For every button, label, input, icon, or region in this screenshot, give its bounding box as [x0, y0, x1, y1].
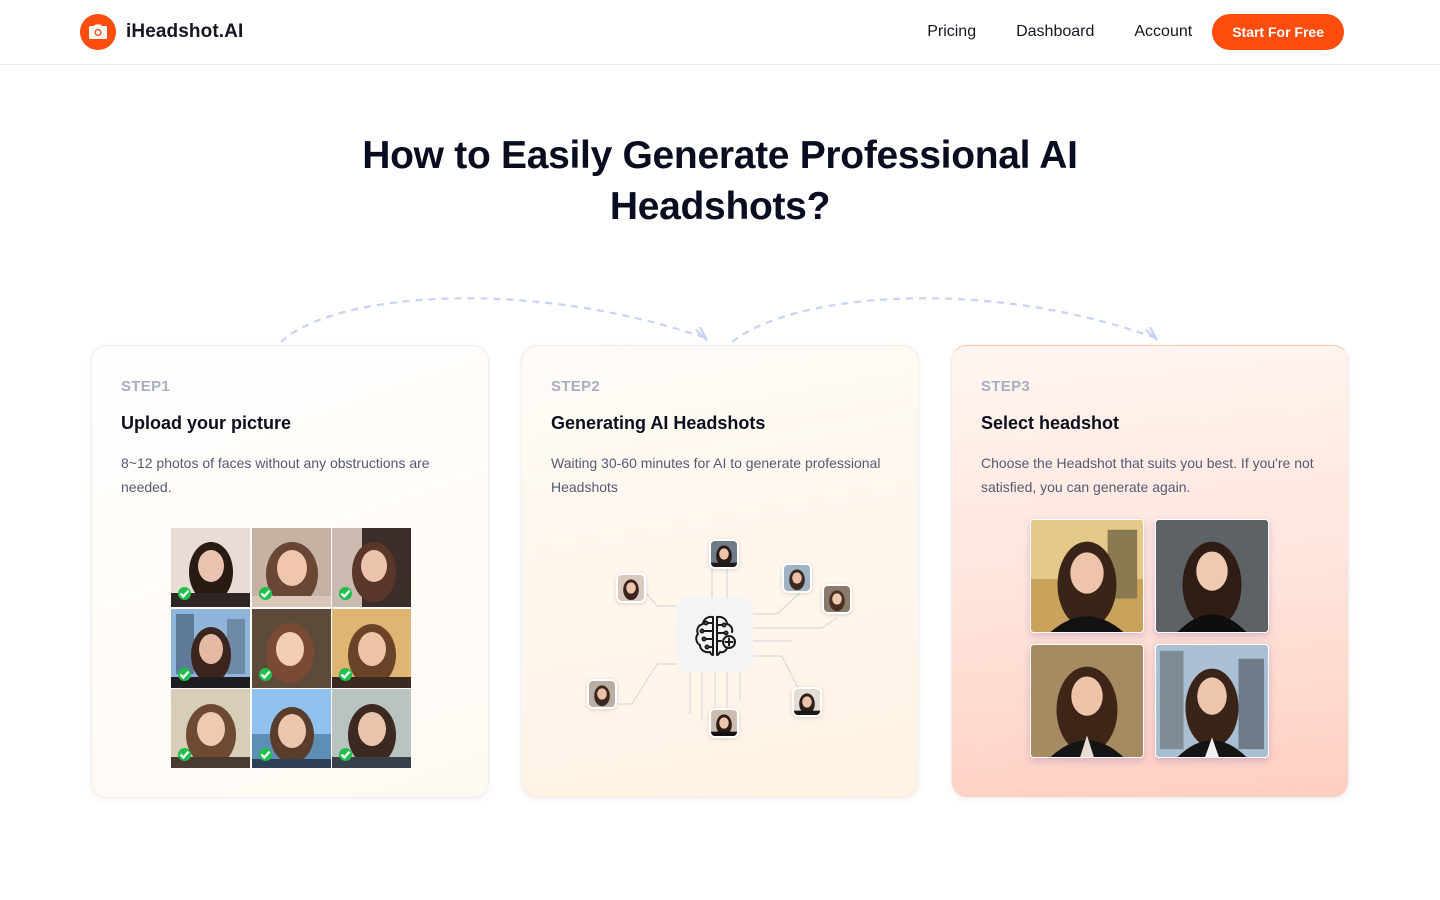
ai-brain-icon [677, 598, 753, 672]
nav-dashboard[interactable]: Dashboard [1016, 14, 1094, 50]
nav-pricing[interactable]: Pricing [927, 14, 976, 50]
headshot-option[interactable] [1155, 644, 1269, 758]
uploaded-photo [171, 528, 250, 607]
ai-generation-diagram [572, 536, 872, 756]
start-for-free-button[interactable]: Start For Free [1212, 14, 1344, 50]
uploaded-photo [332, 528, 411, 607]
main-nav: Pricing Dashboard Account Start For Free [927, 14, 1344, 50]
check-icon [178, 667, 191, 681]
headshot-options [1030, 519, 1270, 759]
headshot-node [822, 584, 852, 614]
uploaded-photo [171, 608, 250, 688]
headshot-node [587, 679, 617, 709]
headshot-node [782, 563, 812, 593]
check-icon [178, 748, 191, 761]
step-title: Select headshot [981, 413, 1120, 433]
headshot-node [709, 708, 739, 738]
step-description: 8~12 photos of faces without any obstruc… [121, 455, 430, 495]
uploaded-photo [332, 689, 411, 768]
camera-icon [80, 14, 116, 50]
check-icon [258, 587, 272, 600]
logo[interactable]: iHeadshot.AI [80, 14, 243, 50]
uploaded-photo [171, 689, 250, 768]
step-card-select: STEP3 Select headshot Choose the Headsho… [951, 345, 1349, 798]
step-card-generating: STEP2 Generating AI Headshots Waiting 30… [521, 345, 919, 798]
nav-account[interactable]: Account [1134, 14, 1192, 50]
step-description: Choose the Headshot that suits you best.… [981, 455, 1314, 495]
uploaded-photos-grid [171, 528, 411, 768]
step-label: STEP2 [551, 378, 601, 395]
site-header: iHeadshot.AI Pricing Dashboard Account S… [0, 0, 1440, 65]
uploaded-photo [251, 528, 331, 607]
step-card-upload: STEP1 Upload your picture 8~12 photos of… [91, 345, 489, 798]
step-label: STEP1 [121, 378, 171, 395]
uploaded-photo [251, 608, 331, 688]
step-label: STEP3 [981, 378, 1031, 395]
step-description: Waiting 30-60 minutes for AI to generate… [551, 455, 881, 495]
uploaded-photo [251, 689, 331, 768]
headshot-node [709, 539, 739, 569]
check-icon [258, 748, 272, 761]
check-icon [258, 667, 272, 681]
headshot-option[interactable] [1030, 644, 1144, 758]
headshot-node [792, 687, 822, 717]
uploaded-photo [332, 608, 411, 688]
step-title: Upload your picture [121, 413, 292, 433]
page-title: How to Easily Generate Professional AI H… [362, 134, 1078, 228]
check-icon [339, 667, 352, 681]
check-icon [339, 587, 352, 600]
check-icon [178, 587, 191, 600]
headshot-node [616, 573, 646, 603]
headshot-option[interactable] [1155, 519, 1269, 633]
step-title: Generating AI Headshots [551, 413, 766, 433]
headshot-option[interactable] [1030, 519, 1144, 633]
check-icon [339, 748, 352, 761]
logo-text: iHeadshot.AI [126, 21, 244, 42]
